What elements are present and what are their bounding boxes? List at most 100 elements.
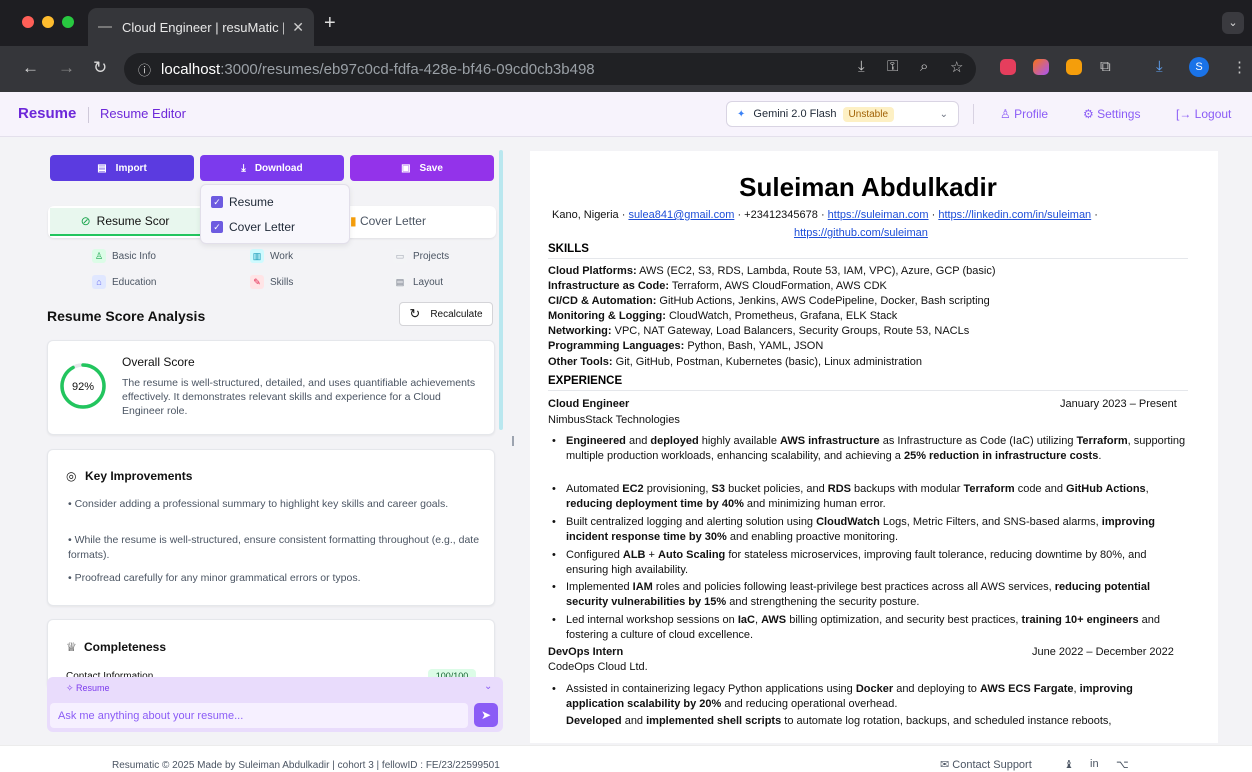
- job-company: NimbusStack Technologies: [548, 414, 680, 426]
- linkedin-icon[interactable]: in: [1090, 758, 1099, 770]
- graduation-cap-icon: ⌂: [92, 275, 106, 289]
- experience-bullet: • Engineered and deployed highly availabl…: [552, 435, 1186, 462]
- section-label: Education: [112, 276, 157, 288]
- section-projects[interactable]: ▭ Projects: [393, 249, 449, 263]
- resume-name: Suleiman Abdulkadir: [739, 172, 997, 202]
- settings-link[interactable]: ⚙ Settings: [1083, 107, 1140, 121]
- tab-search-button[interactable]: ⌄: [1222, 12, 1244, 34]
- skill-value: CloudWatch, Prometheus, Grafana, ELK Sta…: [668, 310, 898, 322]
- award-icon: ♕: [66, 640, 77, 654]
- chevron-down-icon: ⌄: [939, 108, 948, 120]
- send-button[interactable]: ➤: [474, 703, 498, 727]
- extensions-puzzle-icon[interactable]: ⧉: [1100, 58, 1111, 75]
- download-option-cover-letter[interactable]: ✓ Cover Letter: [211, 220, 295, 234]
- site-info-icon[interactable]: ⓘ: [138, 60, 151, 79]
- tab-resume-score[interactable]: ⊘ Resume Scor: [50, 208, 200, 236]
- password-key-icon[interactable]: ⚿: [887, 58, 898, 75]
- chat-context-text: Resume: [76, 683, 110, 693]
- contact-support-link[interactable]: ✉ Contact Support: [940, 758, 1032, 771]
- user-icon: ♙: [1000, 107, 1015, 121]
- logout-link[interactable]: [→ Logout: [1176, 107, 1231, 121]
- section-work[interactable]: ▥ Work: [250, 249, 293, 263]
- score-analysis-title: Resume Score Analysis: [47, 308, 206, 324]
- minimize-window-button[interactable]: [42, 16, 54, 28]
- install-icon[interactable]: ⤓: [858, 58, 865, 75]
- left-panel-scrollbar[interactable]: [499, 150, 503, 430]
- file-icon: ▤: [97, 162, 107, 174]
- download-option-resume[interactable]: ✓ Resume: [211, 195, 274, 209]
- new-tab-button[interactable]: +: [324, 13, 336, 33]
- header-divider: [88, 107, 89, 123]
- app-header: [0, 92, 1252, 137]
- resume-email-link[interactable]: sulea841@gmail.com: [628, 209, 734, 221]
- experience-bullet: • Implemented IAM roles and policies foll…: [552, 581, 1151, 608]
- tab-cover-letter[interactable]: ▮ Cover Letter: [350, 214, 426, 228]
- chat-input[interactable]: Ask me anything about your resume...: [50, 703, 468, 728]
- skill-row: CI/CD & Automation: GitHub Actions, Jenk…: [548, 295, 990, 307]
- skill-value: Git, GitHub, Postman, Kubernetes (basic)…: [615, 356, 922, 368]
- folder-icon: ▭: [393, 249, 407, 263]
- recalculate-label: Recalculate: [430, 308, 483, 320]
- import-button[interactable]: ▤ Import: [50, 155, 194, 181]
- chevron-down-icon[interactable]: ⌄: [484, 681, 492, 692]
- panel-resize-handle[interactable]: [512, 436, 514, 446]
- section-rule: [548, 390, 1188, 391]
- browser-menu-icon[interactable]: ⋮: [1232, 58, 1247, 76]
- chat-placeholder: Ask me anything about your resume...: [58, 709, 244, 722]
- save-button[interactable]: ▣ Save: [350, 155, 494, 181]
- checkbox-checked-icon[interactable]: ✓: [211, 196, 223, 208]
- profile-avatar[interactable]: S: [1189, 57, 1209, 77]
- job-dates: January 2023 – Present: [1060, 398, 1177, 410]
- resume-github-link[interactable]: https://github.com/suleiman: [794, 227, 928, 239]
- recalculate-button[interactable]: ↻ Recalculate: [399, 302, 493, 326]
- back-icon[interactable]: ←: [22, 58, 39, 78]
- section-layout[interactable]: ▤ Layout: [393, 275, 443, 289]
- skill-label: Cloud Platforms:: [548, 265, 637, 277]
- section-skills[interactable]: ✎ Skills: [250, 275, 293, 289]
- breadcrumb: Resume Editor: [100, 106, 186, 121]
- job-dates: June 2022 – December 2022: [1032, 646, 1174, 658]
- section-label: Projects: [413, 250, 450, 262]
- close-window-button[interactable]: [22, 16, 34, 28]
- forward-icon[interactable]: →: [58, 58, 75, 78]
- twitter-icon[interactable]: ♝: [1064, 758, 1074, 771]
- extension-shield-icon[interactable]: [1000, 59, 1016, 75]
- job-company: CodeOps Cloud Ltd.: [548, 661, 648, 673]
- section-label: Work: [270, 250, 294, 262]
- job-title: Cloud Engineer: [548, 398, 630, 410]
- browser-tab[interactable]: Cloud Engineer | resuMatic | r ✕: [88, 8, 314, 46]
- skill-value: VPC, NAT Gateway, Load Balancers, Securi…: [614, 325, 970, 337]
- key-improvements-title: Key Improvements: [85, 469, 193, 483]
- sparkle-icon: ✧: [66, 683, 77, 693]
- github-icon[interactable]: ⌥: [1116, 758, 1129, 771]
- contact-support-label: Contact Support: [952, 759, 1032, 771]
- checkbox-checked-icon[interactable]: ✓: [211, 221, 223, 233]
- skill-label: Programming Languages:: [548, 340, 685, 352]
- address-bar[interactable]: ⓘ localhost:3000/resumes/eb97c0cd-fdfa-4…: [124, 53, 976, 85]
- extension-lock-icon[interactable]: [1066, 59, 1082, 75]
- option-label: Cover Letter: [229, 220, 296, 234]
- skill-label: Other Tools:: [548, 356, 613, 368]
- app-logo[interactable]: Resume: [18, 105, 76, 122]
- extension-ring-icon[interactable]: [1033, 59, 1049, 75]
- downloads-icon[interactable]: ⤓: [1156, 58, 1163, 75]
- resume-linkedin-link[interactable]: https://linkedin.com/in/suleiman: [938, 209, 1091, 221]
- bookmark-star-icon[interactable]: ☆: [950, 58, 963, 76]
- sparkle-icon: ✦: [737, 108, 746, 120]
- profile-link[interactable]: ♙ Profile: [1000, 107, 1048, 121]
- header-divider: [973, 104, 974, 124]
- model-name: Gemini 2.0 Flash: [753, 108, 837, 120]
- download-button[interactable]: ⤓ Download: [200, 155, 344, 181]
- maximize-window-button[interactable]: [62, 16, 74, 28]
- wrench-icon: ✎: [250, 275, 264, 289]
- section-basic-info[interactable]: ♙ Basic Info: [92, 249, 156, 263]
- chat-context-label[interactable]: ✧ Resume: [66, 683, 110, 694]
- zoom-icon[interactable]: ⌕: [920, 58, 928, 75]
- section-education[interactable]: ⌂ Education: [92, 275, 156, 289]
- tab-cover-letter-label: Cover Letter: [359, 214, 426, 228]
- resume-website-link[interactable]: https://suleiman.com: [828, 209, 929, 221]
- model-selector[interactable]: ✦ Gemini 2.0 Flash Unstable ⌄: [726, 101, 959, 127]
- tab-title: Cloud Engineer | resuMatic | r: [122, 19, 285, 35]
- close-tab-icon[interactable]: ✕: [292, 19, 304, 36]
- reload-icon[interactable]: ↻: [93, 58, 107, 78]
